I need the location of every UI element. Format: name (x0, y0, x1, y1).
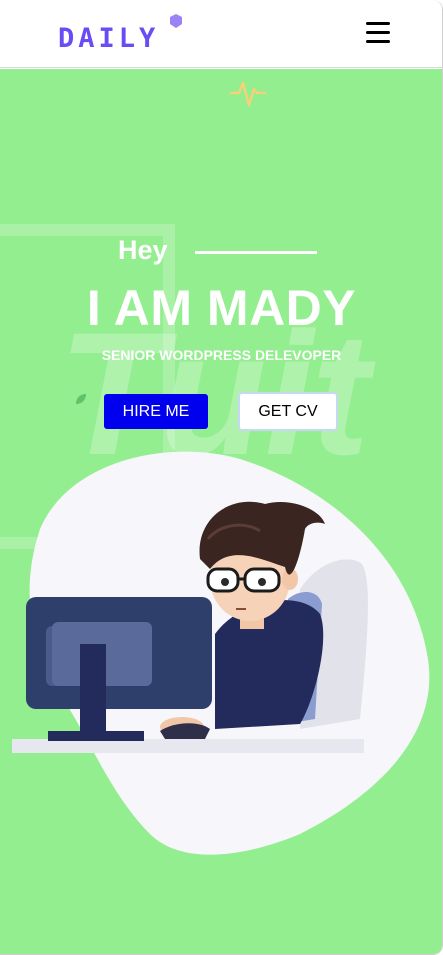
get-cv-button[interactable]: GET CV (238, 392, 338, 431)
logo-text: DAILY (58, 23, 160, 54)
hero-section: Tuit Hey I AM MADY SENIOR WORDPRESS DELE… (0, 69, 442, 954)
desk (12, 739, 364, 753)
hero-title: I AM MADY (86, 280, 357, 336)
leaf-icon (76, 394, 86, 404)
site-header: DAILY (0, 0, 442, 68)
hamburger-menu-icon[interactable] (364, 20, 394, 46)
developer-illustration (12, 451, 430, 855)
logo-dot-icon (170, 14, 182, 28)
greeting-text: Hey (118, 235, 168, 265)
heartbeat-icon (229, 81, 267, 107)
hire-me-button[interactable]: HIRE ME (104, 394, 208, 429)
hero-subtitle: SENIOR WORDPRESS DELEVOPER (101, 347, 342, 363)
page-frame: DAILY Tuit Hey I AM MADY SENIOR WORDPRES… (0, 0, 443, 955)
greeting-underline (195, 251, 317, 254)
logo[interactable]: DAILY (58, 14, 188, 54)
